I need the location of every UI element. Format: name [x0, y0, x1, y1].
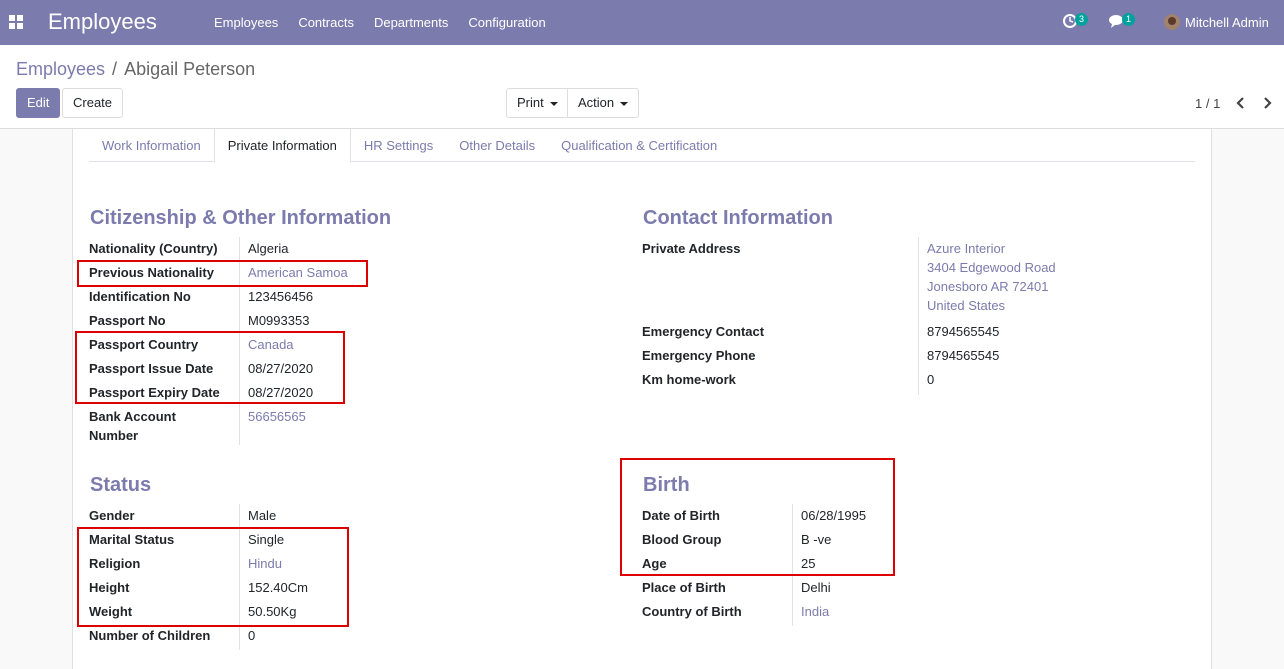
tab-qualification-certification[interactable]: Qualification & Certification	[548, 129, 730, 162]
field-label: Emergency Contact	[642, 324, 765, 339]
breadcrumb-employees[interactable]: Employees	[16, 59, 105, 80]
tab-hr-settings[interactable]: HR Settings	[351, 129, 446, 162]
edit-button[interactable]: Edit	[16, 88, 61, 118]
address-line[interactable]: 3404 Edgewood Road	[927, 260, 1056, 275]
country-of-birth-value[interactable]: India	[801, 604, 829, 619]
menu-item-departments[interactable]: Departments	[364, 0, 458, 45]
field-label: Passport No	[89, 313, 166, 328]
tab-private-information[interactable]: Private Information	[213, 129, 351, 163]
caret-down-icon	[620, 101, 629, 106]
print-dropdown[interactable]: Print	[506, 88, 569, 118]
address-line[interactable]: Jonesboro AR 72401	[927, 279, 1048, 294]
form-sheet: Work Information Private Information HR …	[72, 129, 1212, 669]
action-dropdown[interactable]: Action	[567, 88, 640, 118]
user-name: Mitchell Admin	[1185, 14, 1269, 30]
field-label: Emergency Phone	[642, 348, 756, 363]
menu-item-contracts[interactable]: Contracts	[288, 0, 364, 45]
create-button[interactable]: Create	[62, 88, 124, 118]
control-panel: Employees / Abigail Peterson Edit Create…	[0, 45, 1284, 129]
highlight-box	[77, 527, 349, 627]
highlight-box	[75, 331, 345, 404]
breadcrumb: Employees / Abigail Peterson	[16, 59, 255, 80]
bank-account-value[interactable]: 56656565	[248, 409, 306, 424]
field-label: Private Address	[642, 241, 741, 256]
tab-other-details[interactable]: Other Details	[446, 129, 548, 162]
field-label: Number	[89, 428, 139, 443]
tab-work-information[interactable]: Work Information	[89, 129, 214, 162]
field-label: Nationality (Country)	[89, 241, 218, 256]
km-home-work-value[interactable]: 0	[927, 372, 934, 387]
field-label: Identification No	[89, 289, 191, 304]
passport-no-value[interactable]: M0993353	[248, 313, 309, 328]
user-menu[interactable]: Mitchell Admin	[1164, 14, 1269, 30]
field-label: Country of Birth	[642, 604, 742, 619]
print-label: Print	[517, 95, 544, 110]
highlight-box	[620, 458, 895, 576]
identification-no-value[interactable]: 123456456	[248, 289, 313, 304]
field-label: Km home-work	[642, 372, 736, 387]
caret-down-icon	[549, 101, 558, 106]
notebook-tabs: Work Information Private Information HR …	[89, 129, 1195, 163]
divider	[918, 237, 919, 395]
pager-value[interactable]: 1 / 1	[1195, 96, 1220, 111]
address-line[interactable]: Azure Interior	[927, 241, 1005, 256]
emergency-phone-value[interactable]: 8794565545	[927, 348, 999, 363]
app-title[interactable]: Employees	[48, 9, 157, 35]
breadcrumb-separator: /	[112, 59, 118, 79]
main-menu: Employees Contracts Departments Configur…	[204, 0, 556, 45]
user-avatar	[1164, 14, 1180, 30]
activity-count-badge: 3	[1075, 13, 1088, 26]
menu-item-configuration[interactable]: Configuration	[458, 0, 555, 45]
action-label: Action	[578, 95, 615, 110]
contact-group-title: Contact Information	[643, 207, 833, 229]
highlight-box	[77, 260, 368, 287]
status-group-title: Status	[90, 474, 152, 496]
field-label: Gender	[89, 508, 135, 523]
apps-menu-icon[interactable]	[9, 15, 23, 29]
top-navbar: Employees Employees Contracts Department…	[0, 0, 1284, 45]
emergency-contact-value[interactable]: 8794565545	[927, 324, 999, 339]
place-of-birth-value[interactable]: Delhi	[801, 580, 831, 595]
nationality-value[interactable]: Algeria	[248, 241, 288, 256]
field-label: Place of Birth	[642, 580, 726, 595]
field-label: Number of Children	[89, 628, 211, 643]
gender-value[interactable]: Male	[248, 508, 276, 523]
menu-item-employees[interactable]: Employees	[204, 0, 288, 45]
chevron-left-icon[interactable]	[1234, 95, 1248, 111]
breadcrumb-current: Abigail Peterson	[124, 59, 256, 79]
address-line[interactable]: United States	[927, 298, 1005, 313]
citizenship-group-title: Citizenship & Other Information	[90, 207, 392, 229]
message-count-badge: 1	[1122, 13, 1135, 26]
children-value[interactable]: 0	[248, 628, 255, 643]
chevron-right-icon[interactable]	[1262, 95, 1276, 111]
field-label: Bank Account	[89, 409, 176, 424]
